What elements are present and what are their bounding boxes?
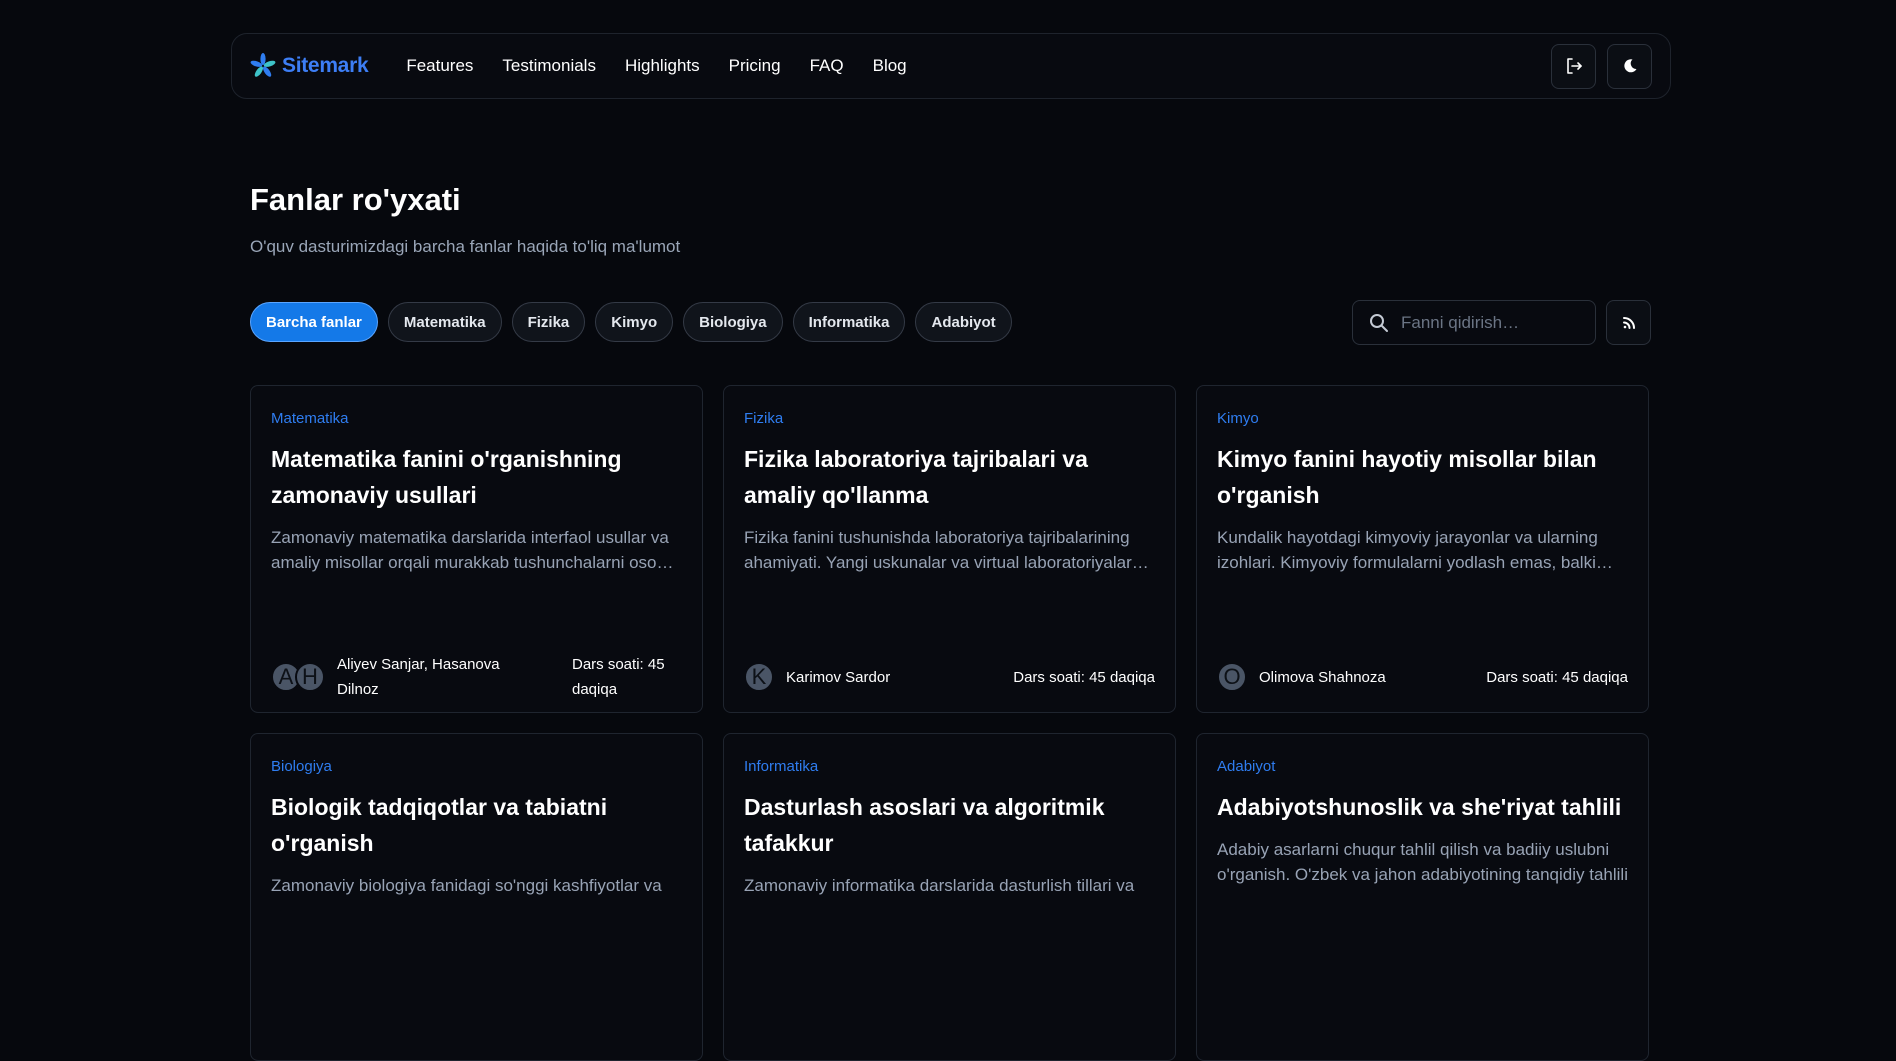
author-name: Karimov Sardor (786, 668, 891, 686)
subject-card[interactable]: Matematika Matematika fanini o'rganishni… (250, 385, 703, 713)
nav-link-highlights[interactable]: Highlights (625, 56, 700, 76)
card-category: Matematika (271, 410, 349, 427)
card-description: Fizika fanini tushunishda laboratoriya t… (744, 528, 1132, 572)
search-input[interactable] (1401, 312, 1581, 333)
nav-link-features[interactable]: Features (406, 56, 473, 76)
page-title: Fanlar ro'yxati (250, 182, 461, 217)
filter-chip-adabiyot[interactable]: Adabiyot (915, 302, 1012, 342)
card-category: Adabiyot (1217, 758, 1276, 775)
card-title: Dasturlash asoslari va algoritmik tafakk… (744, 794, 1105, 856)
card-category: Informatika (744, 758, 819, 775)
author-name: Olimova Shahnoza (1259, 668, 1386, 686)
page-subtitle: O'quv dasturimizdagi barcha fanlar haqid… (250, 237, 681, 256)
subject-card[interactable]: Informatika Dasturlash asoslari va algor… (723, 733, 1176, 1061)
card-authors: O Olimova Shahnoza (1217, 662, 1386, 692)
subject-cards-grid: Matematika Matematika fanini o'rganishni… (250, 385, 1649, 1061)
nav-link-faq[interactable]: FAQ (810, 56, 844, 76)
moon-icon (1623, 59, 1636, 73)
card-authors: A H Aliyev Sanjar, Hasanova Dilnoz (271, 652, 517, 702)
category-filters: Barcha fanlar Matematika Fizika Kimyo Bi… (250, 302, 1012, 342)
avatar-group: O (1217, 662, 1247, 692)
card-title: Biologik tadqiqotlar va tabiatni o'rgani… (271, 794, 608, 856)
author-name: Aliyev Sanjar, Hasanova Dilnoz (337, 656, 500, 698)
filter-chip-all[interactable]: Barcha fanlar (250, 302, 378, 342)
filter-chip-biologiya[interactable]: Biologiya (683, 302, 783, 342)
rss-feed-button[interactable] (1606, 300, 1651, 345)
logout-button[interactable] (1551, 43, 1596, 89)
top-navbar: Sitemark Features Testimonials Highlight… (231, 33, 1671, 99)
card-description: Zamonaviy biologiya fanidagi so'nggi kas… (271, 876, 662, 895)
avatar-group: K (744, 662, 774, 692)
nav-links: Features Testimonials Highlights Pricing… (406, 56, 906, 76)
card-footer: O Olimova Shahnoza Dars soati: 45 daqiqa (1217, 642, 1628, 712)
card-description: Zamonaviy matematika darslarida interfao… (271, 528, 669, 572)
avatar: K (744, 662, 774, 692)
theme-toggle-button[interactable] (1607, 43, 1652, 89)
card-description: Adabiy asarlarni chuqur tahlil qilish va… (1217, 840, 1628, 884)
search-box (1352, 300, 1596, 345)
card-title: Adabiyotshunoslik va she'riyat tahlili (1217, 794, 1622, 820)
nav-link-pricing[interactable]: Pricing (729, 56, 781, 76)
filter-chip-informatika[interactable]: Informatika (792, 302, 906, 342)
card-description: Kundalik hayotdagi kimyoviy jarayonlar v… (1217, 528, 1598, 572)
card-footer: A H Aliyev Sanjar, Hasanova Dilnoz Dars … (271, 642, 682, 712)
filter-chip-fizika[interactable]: Fizika (511, 302, 586, 342)
subject-card[interactable]: Fizika Fizika laboratoriya tajribalari v… (723, 385, 1176, 713)
filter-chip-kimyo[interactable]: Kimyo (595, 302, 674, 342)
card-authors: K Karimov Sardor (744, 662, 890, 692)
nav-link-blog[interactable]: Blog (873, 56, 907, 76)
subject-card[interactable]: Kimyo Kimyo fanini hayotiy misollar bila… (1196, 385, 1649, 713)
card-description: Zamonaviy informatika darslarida dasturl… (744, 876, 1135, 895)
card-title: Kimyo fanini hayotiy misollar bilan o'rg… (1217, 446, 1597, 508)
sitemark-logo-icon (250, 53, 276, 77)
card-category: Kimyo (1217, 410, 1259, 427)
card-title: Fizika laboratoriya tajribalari va amali… (744, 446, 1088, 508)
filter-chip-matematika[interactable]: Matematika (387, 302, 502, 342)
card-title: Matematika fanini o'rganishning zamonavi… (271, 446, 622, 508)
card-category: Biologiya (271, 758, 332, 775)
brand-name: Sitemark (282, 54, 369, 77)
lesson-duration: Dars soati: 45 daqiqa (572, 656, 665, 698)
nav-actions (1551, 43, 1652, 89)
lesson-duration: Dars soati: 45 daqiqa (1013, 668, 1155, 686)
card-category: Fizika (744, 410, 784, 427)
nav-link-testimonials[interactable]: Testimonials (502, 56, 596, 76)
card-footer: K Karimov Sardor Dars soati: 45 daqiqa (744, 642, 1155, 712)
rss-icon (1622, 316, 1635, 329)
logout-icon (1566, 58, 1582, 74)
avatar: H (295, 662, 325, 692)
subject-card[interactable]: Biologiya Biologik tadqiqotlar va tabiat… (250, 733, 703, 1061)
lesson-duration: Dars soati: 45 daqiqa (1486, 668, 1628, 686)
avatar: O (1217, 662, 1247, 692)
brand[interactable]: Sitemark (250, 53, 369, 79)
search-icon (1370, 313, 1388, 332)
avatar-group: A H (271, 662, 325, 692)
subject-card[interactable]: Adabiyot Adabiyotshunoslik va she'riyat … (1196, 733, 1649, 1061)
